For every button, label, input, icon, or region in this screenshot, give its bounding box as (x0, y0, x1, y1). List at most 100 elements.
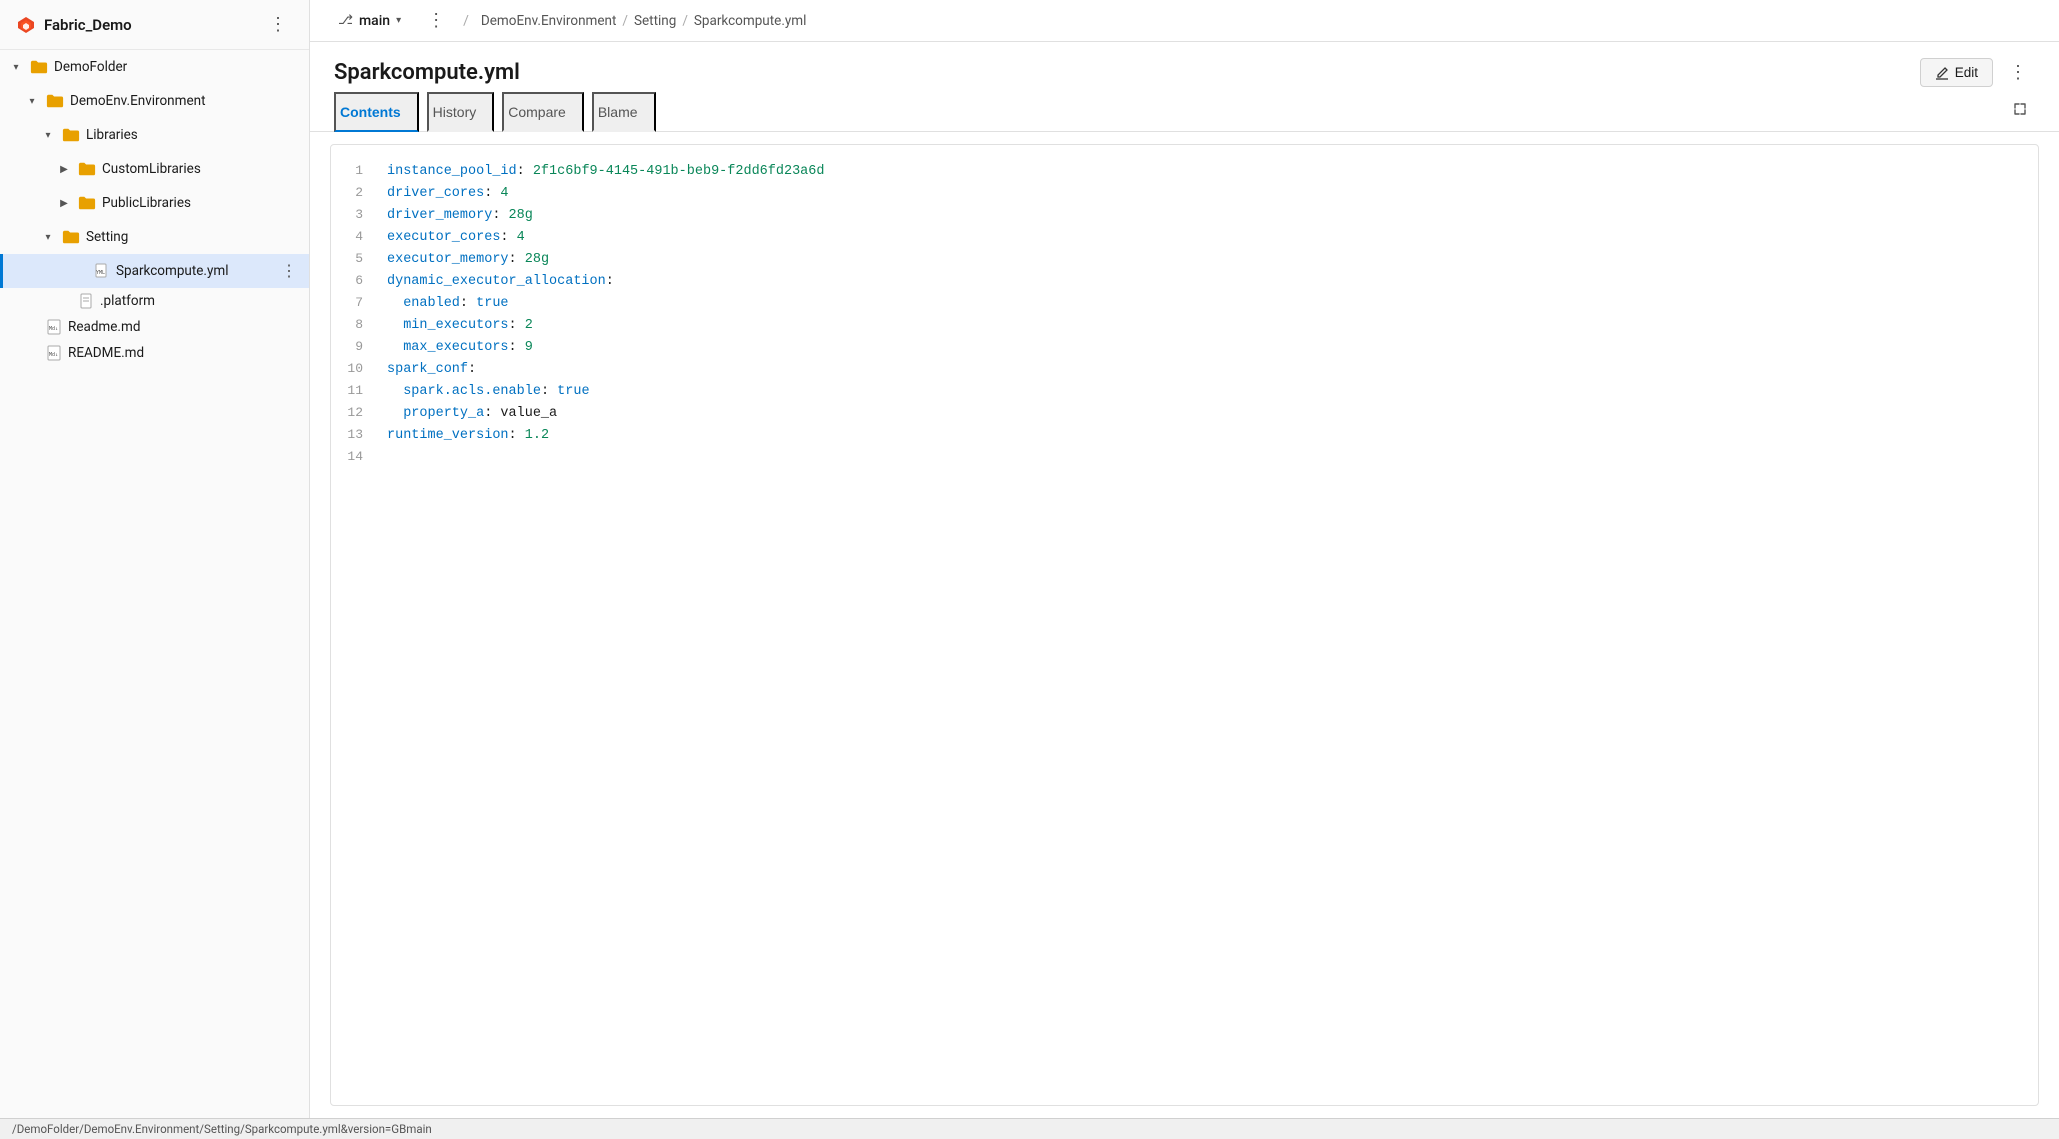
line-content: executor_cores: 4 (379, 227, 2038, 249)
sidebar: Fabric_Demo ⋮ ▾DemoFolder⋮▾DemoEnv.Envir… (0, 0, 310, 1118)
status-bar: /DemoFolder/DemoEnv.Environment/Setting/… (0, 1118, 2059, 1139)
tree-item-platform[interactable]: .platform (0, 288, 309, 314)
folder-icon (30, 58, 48, 76)
md-file-icon: Md↓ (46, 319, 62, 335)
line-number: 8 (331, 315, 379, 337)
tree-item-demoenv[interactable]: ▾DemoEnv.Environment⋮ (0, 84, 309, 118)
code-line: 1instance_pool_id: 2f1c6bf9-4145-491b-be… (331, 161, 2038, 183)
code-line: 6dynamic_executor_allocation: (331, 271, 2038, 293)
expand-button[interactable] (2005, 94, 2035, 129)
code-line: 14 (331, 447, 2038, 469)
edit-icon (1935, 66, 1949, 80)
yml-file-icon: YML (94, 263, 110, 279)
code-line: 3driver_memory: 28g (331, 205, 2038, 227)
sidebar-more-button[interactable]: ⋮ (263, 12, 293, 37)
tree-item-readme-md2[interactable]: Md↓ README.md (0, 340, 309, 366)
tab-blame[interactable]: Blame (592, 92, 656, 132)
code-line: 11 spark.acls.enable: true (331, 381, 2038, 403)
file-icon (78, 293, 94, 309)
topbar-more-button[interactable]: ⋮ (421, 8, 451, 33)
svg-text:YML: YML (96, 270, 105, 276)
code-line: 4executor_cores: 4 (331, 227, 2038, 249)
edit-button[interactable]: Edit (1920, 58, 1993, 87)
item-label: Libraries (86, 127, 138, 143)
tree-item-readme-md[interactable]: Md↓ Readme.md (0, 314, 309, 340)
code-line: 5executor_memory: 28g (331, 249, 2038, 271)
file-header: Sparkcompute.yml Edit ⋮ (310, 42, 2059, 91)
item-label: DemoEnv.Environment (70, 93, 206, 109)
chevron-icon: ▾ (8, 59, 24, 75)
file-title: Sparkcompute.yml (334, 60, 520, 85)
folder-icon (62, 228, 80, 246)
tree-item-setting[interactable]: ▾Setting⋮ (0, 220, 309, 254)
main-content: ⎇ main ▾ ⋮ / DemoEnv.Environment/Setting… (310, 0, 2059, 1118)
code-line: 9 max_executors: 9 (331, 337, 2038, 359)
item-label: Sparkcompute.yml (116, 263, 229, 279)
chevron-icon: ▾ (24, 93, 40, 109)
item-label: Setting (86, 229, 128, 245)
svg-text:Md↓: Md↓ (49, 326, 58, 332)
file-actions: Edit ⋮ (1920, 58, 2035, 87)
folder-icon (46, 92, 64, 110)
line-content: driver_cores: 4 (379, 183, 2038, 205)
line-content: runtime_version: 1.2 (379, 425, 2038, 447)
line-number: 5 (331, 249, 379, 271)
line-content: driver_memory: 28g (379, 205, 2038, 227)
code-container: 1instance_pool_id: 2f1c6bf9-4145-491b-be… (330, 144, 2039, 1106)
breadcrumb-sep-2: / (682, 13, 688, 29)
line-number: 2 (331, 183, 379, 205)
code-line: 2driver_cores: 4 (331, 183, 2038, 205)
line-number: 14 (331, 447, 379, 469)
tab-compare[interactable]: Compare (502, 92, 584, 132)
line-number: 4 (331, 227, 379, 249)
line-content: max_executors: 9 (379, 337, 2038, 359)
line-content: executor_memory: 28g (379, 249, 2038, 271)
line-number: 11 (331, 381, 379, 403)
tree-item-demofolder[interactable]: ▾DemoFolder⋮ (0, 50, 309, 84)
line-content: spark_conf: (379, 359, 2038, 381)
md-file-icon: Md↓ (46, 345, 62, 361)
top-bar: ⎇ main ▾ ⋮ / DemoEnv.Environment/Setting… (310, 0, 2059, 42)
chevron-icon: ▾ (40, 127, 56, 143)
file-tree: ▾DemoFolder⋮▾DemoEnv.Environment⋮▾Librar… (0, 50, 309, 366)
file-more-button[interactable]: ⋮ (2001, 58, 2035, 87)
breadcrumb-item-1[interactable]: Setting (634, 13, 676, 29)
chevron-icon: ▶ (56, 195, 72, 211)
tree-item-libraries[interactable]: ▾Libraries⋮ (0, 118, 309, 152)
tree-item-sparkcompute[interactable]: YML Sparkcompute.yml ⋮ (0, 254, 309, 288)
folder-icon (78, 160, 96, 178)
branch-name: main (359, 13, 390, 29)
line-number: 6 (331, 271, 379, 293)
branch-selector[interactable]: ⎇ main ▾ (330, 9, 409, 33)
tab-history[interactable]: History (427, 92, 495, 132)
svg-text:Md↓: Md↓ (49, 352, 58, 358)
line-content: spark.acls.enable: true (379, 381, 2038, 403)
code-table: 1instance_pool_id: 2f1c6bf9-4145-491b-be… (331, 161, 2038, 469)
tab-contents[interactable]: Contents (334, 92, 419, 132)
breadcrumb-item-0[interactable]: DemoEnv.Environment (481, 13, 617, 29)
line-number: 10 (331, 359, 379, 381)
app-title: Fabric_Demo (44, 16, 132, 34)
code-line: 7 enabled: true (331, 293, 2038, 315)
tree-item-customlibraries[interactable]: ▶CustomLibraries⋮ (0, 152, 309, 186)
line-number: 3 (331, 205, 379, 227)
item-label: README.md (68, 345, 144, 361)
edit-label: Edit (1955, 65, 1978, 80)
tabs-bar: ContentsHistoryCompareBlame (310, 91, 2059, 132)
item-label: PublicLibraries (102, 195, 191, 211)
line-content: instance_pool_id: 2f1c6bf9-4145-491b-beb… (379, 161, 2038, 183)
line-number: 12 (331, 403, 379, 425)
item-label: Readme.md (68, 319, 140, 335)
item-label: CustomLibraries (102, 161, 201, 177)
breadcrumb-item-2[interactable]: Sparkcompute.yml (694, 13, 807, 29)
expand-icon (2013, 102, 2027, 116)
line-content: min_executors: 2 (379, 315, 2038, 337)
line-number: 7 (331, 293, 379, 315)
folder-icon (62, 126, 80, 144)
tree-item-publiclibraries[interactable]: ▶PublicLibraries⋮ (0, 186, 309, 220)
item-more-button[interactable]: ⋮ (273, 259, 305, 283)
fabric-logo-icon (16, 15, 36, 35)
line-number: 1 (331, 161, 379, 183)
code-line: 8 min_executors: 2 (331, 315, 2038, 337)
code-line: 12 property_a: value_a (331, 403, 2038, 425)
